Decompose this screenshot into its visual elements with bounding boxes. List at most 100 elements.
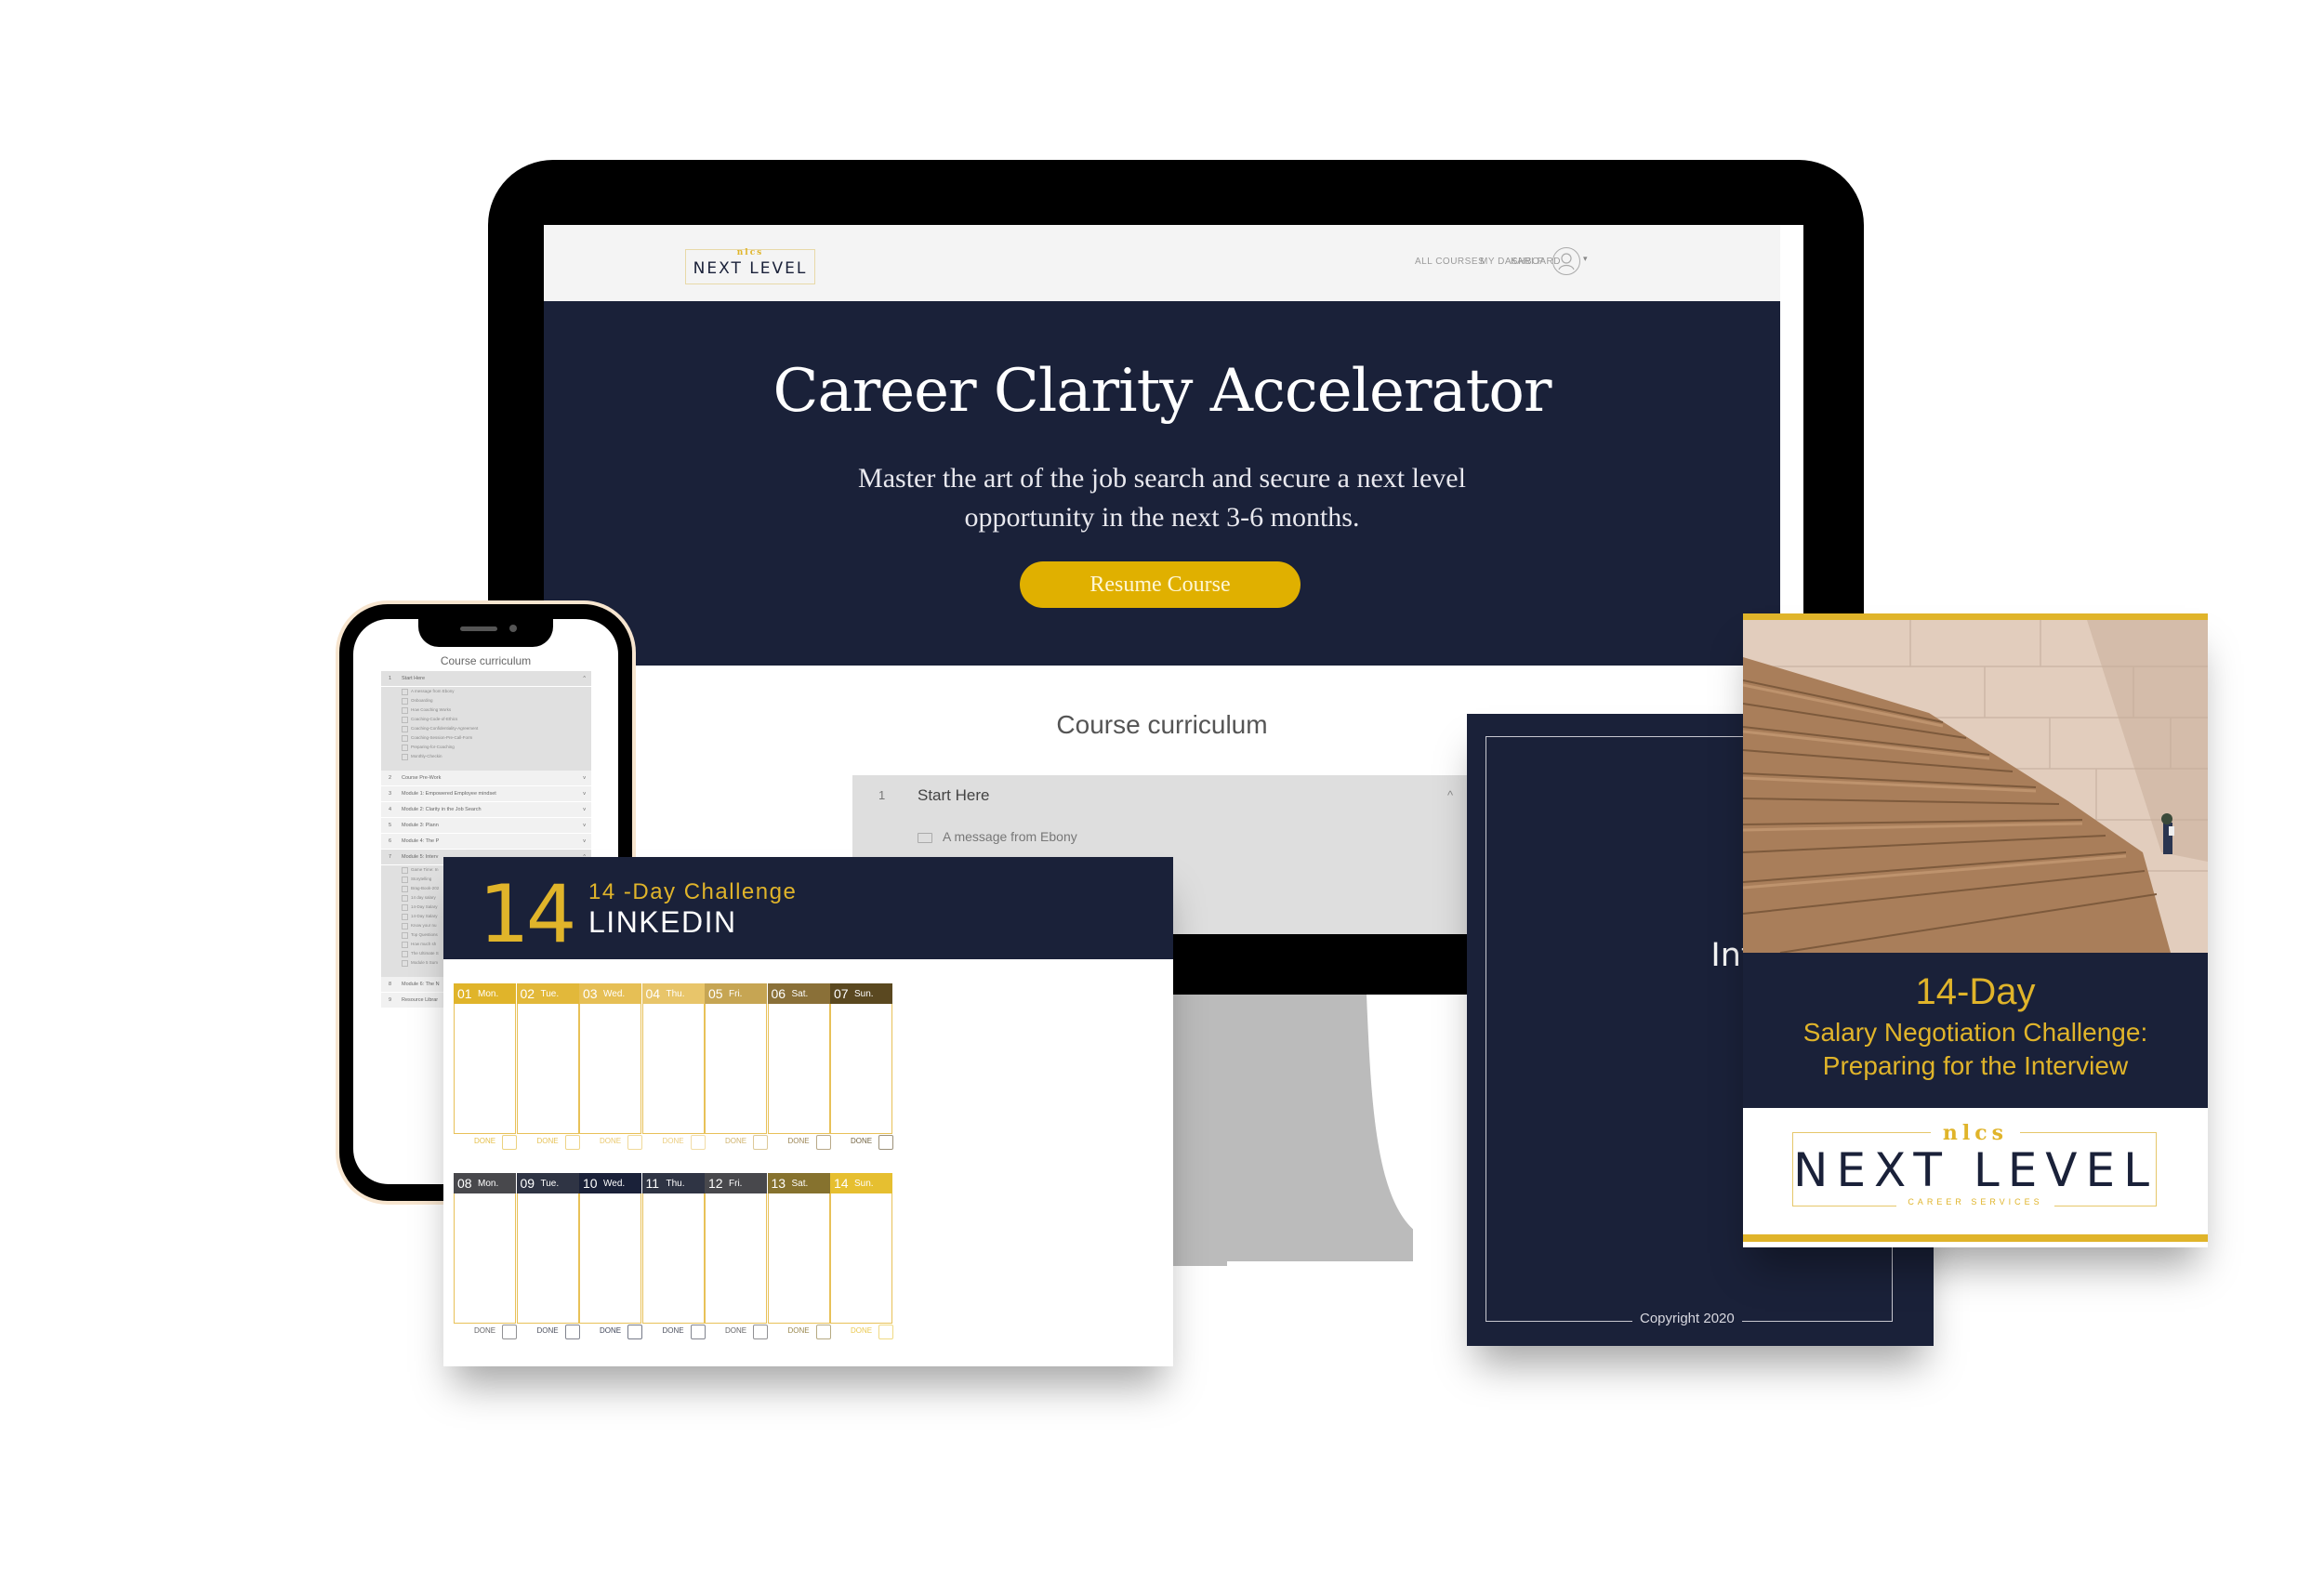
day-name: Sun. — [854, 1179, 874, 1189]
speaker-icon — [460, 626, 497, 631]
day-header: 08 Mon. — [454, 1173, 516, 1193]
section-title[interactable]: Start Here — [918, 786, 989, 805]
brand-monogram: nlcs — [1942, 1121, 2009, 1145]
calendar-day: 11 Thu. — [641, 1173, 705, 1324]
section-padding — [381, 761, 591, 771]
site-logo[interactable]: nlcs NEXT LEVEL — [685, 248, 815, 284]
calendar-day: 01 Mon. — [454, 983, 516, 1134]
day-number: 02 — [520, 986, 535, 1001]
done-checkbox[interactable] — [690, 1135, 706, 1150]
section-number: 7 — [389, 854, 392, 860]
lesson-title: Monthly-Checkin — [411, 754, 442, 758]
done-checkbox[interactable] — [690, 1325, 706, 1339]
phone-lesson-item[interactable]: Onboarding — [381, 696, 591, 705]
done-label: DONE — [600, 1326, 622, 1335]
lesson-title: Brag-Book-202 — [411, 886, 440, 890]
done-checkbox[interactable] — [627, 1325, 642, 1339]
section-number: 2 — [389, 775, 392, 781]
done-label: DONE — [725, 1326, 747, 1335]
done-checkbox[interactable] — [627, 1135, 642, 1150]
section-number: 9 — [389, 997, 392, 1003]
day-number: 07 — [834, 986, 849, 1001]
phone-curriculum-heading: Course curriculum — [440, 654, 532, 667]
phone-section-row[interactable]: 4 Module 2: Clarity in the Job Search v — [381, 802, 591, 817]
section-number: 6 — [389, 838, 392, 844]
calendar-title: LINKEDIN — [588, 905, 737, 939]
day-name: Mon. — [478, 1179, 499, 1189]
phone-section-row[interactable]: 5 Module 3: Plann v — [381, 818, 591, 833]
done-checkbox[interactable] — [878, 1135, 893, 1150]
day-name: Fri. — [729, 989, 743, 999]
section-number: 3 — [389, 791, 392, 797]
done-checkbox[interactable] — [815, 1325, 831, 1339]
child-figure — [2161, 813, 2174, 854]
day-name: Tue. — [540, 1179, 560, 1189]
day-header: 03 Wed. — [579, 983, 641, 1004]
lesson-icon — [402, 895, 408, 902]
calendar-day: 09 Tue. — [516, 1173, 579, 1324]
linkedin-challenge-calendar: 14 14 -Day Challenge LINKEDIN 01 Mon. DONE… — [443, 857, 1173, 1366]
calendar-day: 10 Wed. — [579, 1173, 641, 1324]
day-header: 07 Sun. — [830, 983, 892, 1004]
chevron-up-icon[interactable]: ^ — [1447, 788, 1453, 802]
chevron-down-icon[interactable]: v — [583, 807, 586, 812]
chevron-down-icon[interactable]: v — [583, 775, 586, 781]
phone-section-row[interactable]: 6 Module 4: The P v — [381, 834, 591, 849]
calendar-subtitle: 14 -Day Challenge — [588, 879, 798, 904]
day-number: 11 — [645, 1176, 660, 1191]
lesson-icon — [402, 867, 408, 874]
phone-lesson-item[interactable]: Monthly-Checkin — [381, 752, 591, 761]
nav-user-name[interactable]: KARI P — [1511, 257, 1544, 267]
done-checkbox[interactable] — [753, 1135, 768, 1150]
done-checkbox[interactable] — [815, 1135, 831, 1150]
course-subtitle: Master the art of the job search and sec… — [858, 463, 1466, 533]
phone-lesson-item[interactable]: Preparing-for-Coaching — [381, 743, 591, 752]
chevron-down-icon[interactable]: v — [583, 823, 586, 828]
lesson-icon — [402, 707, 408, 714]
top-navbar: nlcs NEXT LEVEL ALL COURSES MY DASHBOARD… — [544, 225, 1780, 303]
done-checkbox[interactable] — [502, 1135, 517, 1150]
day-name: Sun. — [854, 989, 874, 999]
lesson-title: Coaching-Confidentiality-Agreement — [411, 726, 479, 731]
phone-section-row[interactable]: 1 Start Here ^ — [381, 671, 591, 686]
chevron-down-icon[interactable]: v — [583, 791, 586, 797]
section-number: 4 — [389, 807, 392, 812]
done-label: DONE — [536, 1326, 559, 1335]
phone-lesson-item[interactable]: How Coaching Works — [381, 705, 591, 715]
done-checkbox[interactable] — [564, 1135, 580, 1150]
done-checkbox[interactable] — [878, 1325, 893, 1339]
done-checkbox[interactable] — [753, 1325, 768, 1339]
salary-title-panel: 14-Day Salary Negotiation Challenge: Pre… — [1743, 953, 2208, 1108]
lesson-title: Onboarding — [411, 698, 433, 703]
lesson-icon — [402, 689, 408, 695]
chevron-down-icon[interactable]: v — [583, 838, 586, 844]
phone-lesson-item[interactable]: A message from Ebony — [381, 687, 591, 696]
done-label: DONE — [600, 1137, 622, 1145]
phone-lesson-item[interactable]: Coaching-Session-Pre-Call-Form — [381, 733, 591, 743]
section-title: Module 5: Interv — [402, 854, 439, 860]
phone-lesson-item[interactable]: Coaching-Confidentiality-Agreement — [381, 724, 591, 733]
phone-section-row[interactable]: 2 Course Pre-Work v — [381, 771, 591, 785]
lesson-link[interactable]: A message from Ebony — [943, 829, 1077, 844]
day-number: 08 — [457, 1176, 472, 1191]
calendar-day: 03 Wed. — [579, 983, 641, 1134]
caret-down-icon[interactable]: ▾ — [1583, 254, 1588, 264]
day-number: 06 — [771, 986, 786, 1001]
done-label: DONE — [725, 1137, 747, 1145]
phone-section-row[interactable]: 3 Module 1: Empowered Employee mindset v — [381, 786, 591, 801]
nav-all-courses[interactable]: ALL COURSES — [1415, 257, 1485, 267]
day-name: Thu. — [666, 989, 685, 999]
lesson-icon — [402, 904, 408, 911]
chevron-up-icon[interactable]: ^ — [583, 676, 586, 681]
resume-course-button[interactable]: Resume Course — [1020, 561, 1301, 608]
lesson-icon — [402, 914, 408, 920]
day-header: 05 Fri. — [705, 983, 767, 1004]
done-checkbox[interactable] — [502, 1325, 517, 1339]
phone-lesson-item[interactable]: Coaching-Code-of-Ethics — [381, 715, 591, 724]
section-title: Module 2: Clarity in the Job Search — [402, 807, 482, 812]
done-checkbox[interactable] — [564, 1325, 580, 1339]
day-number: 12 — [708, 1176, 723, 1191]
lesson-icon — [402, 923, 408, 930]
lesson-title: Coaching-Code-of-Ethics — [411, 717, 458, 721]
user-circle-icon[interactable] — [1552, 247, 1580, 275]
